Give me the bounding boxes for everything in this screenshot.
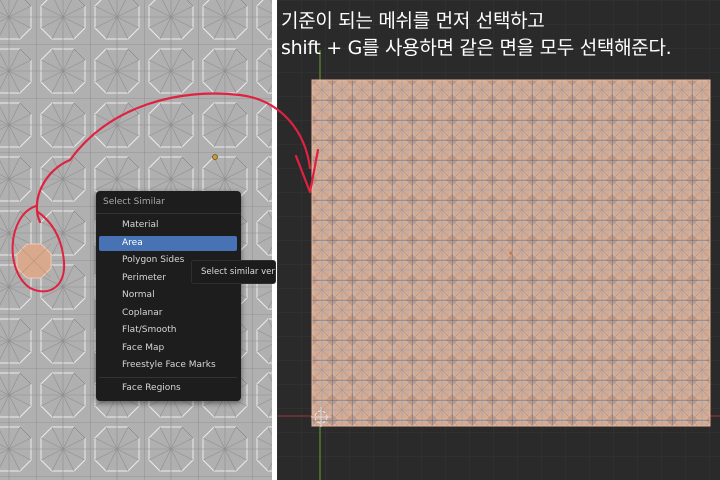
menu-item-face-regions[interactable]: Face Regions xyxy=(99,381,237,396)
menu-item-freestyle-face-marks[interactable]: Freestyle Face Marks xyxy=(99,358,237,373)
menu-item-coplanar[interactable]: Coplanar xyxy=(99,306,237,321)
right-viewport[interactable] xyxy=(277,0,720,480)
caption-line-1: 기준이 되는 메쉬를 먼저 선택하고 xyxy=(281,10,545,32)
menu-item-normal[interactable]: Normal xyxy=(99,288,237,303)
menu-item-material[interactable]: Material xyxy=(99,218,237,233)
caption: 기준이 되는 메쉬를 먼저 선택하고 shift + G를 사용하면 같은 면을… xyxy=(281,8,717,62)
menu-item-face-map[interactable]: Face Map xyxy=(99,341,237,356)
menu-item-flat-smooth[interactable]: Flat/Smooth xyxy=(99,323,237,338)
menu-title: Select Similar xyxy=(103,197,165,207)
menu-item-area[interactable]: Area xyxy=(99,236,237,251)
tooltip: Select similar vert xyxy=(191,260,276,284)
menu-divider xyxy=(96,213,241,214)
caption-line-2: shift + G를 사용하면 같은 면을 모두 선택해준다. xyxy=(281,37,672,59)
origin-dot xyxy=(212,154,218,160)
selected-mesh-grid xyxy=(277,0,720,480)
mesh-origin-dot xyxy=(509,251,513,255)
menu-divider-bottom xyxy=(99,377,237,378)
select-similar-menu: Select Similar Material Area Polygon Sid… xyxy=(96,191,241,401)
